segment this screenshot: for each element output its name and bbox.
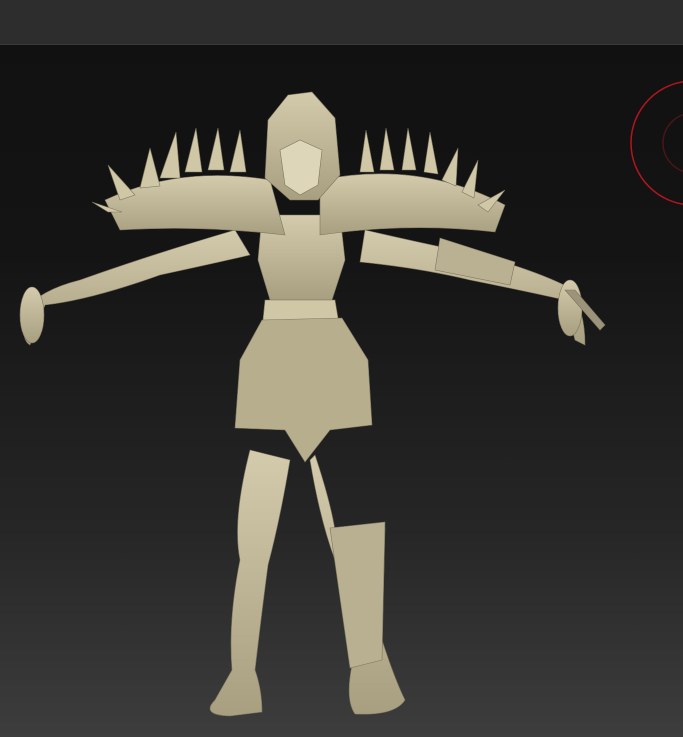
model-canvas[interactable] <box>0 45 683 737</box>
sculpt-model[interactable] <box>19 91 606 717</box>
rotation-gizmo-icon[interactable] <box>630 81 683 205</box>
top-toolbar <box>0 0 683 45</box>
3d-viewport[interactable] <box>0 45 683 737</box>
